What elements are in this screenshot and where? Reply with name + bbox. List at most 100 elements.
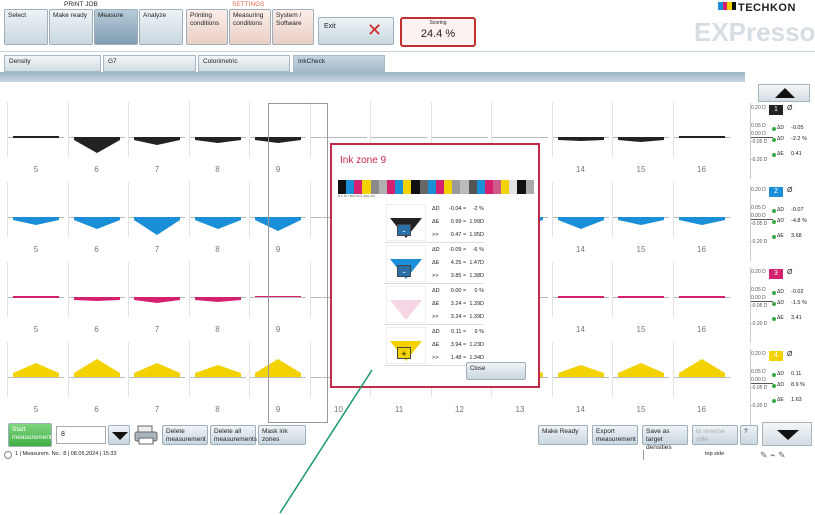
device-icon: ✎ ⌁ ✎	[760, 450, 786, 460]
status-dot	[772, 127, 776, 131]
measurement-count-field[interactable]: 8	[56, 426, 106, 444]
zone-number: 5	[33, 405, 39, 414]
zone-divider	[128, 342, 129, 397]
zone-number: 13	[515, 405, 525, 414]
zone-number: 8	[215, 325, 220, 334]
arrow-up-icon	[775, 88, 795, 98]
exit-button[interactable]: Exit ✕	[318, 17, 394, 45]
zone-divider	[249, 102, 250, 157]
ink-empty-icon: Ø	[787, 269, 793, 276]
metric-extra: -2 %	[472, 206, 484, 212]
zone-baseline	[431, 137, 488, 138]
ink-side-panel[interactable]: 4 Ø 0.20 D 0.05 D 0.00 D -0.05 D -0.20 D ΔD 0.11…	[750, 349, 812, 425]
system-software-button[interactable]: System / Software	[272, 9, 314, 45]
delta-e-value: 1.63	[791, 397, 802, 403]
ink-empty-icon: Ø	[787, 351, 793, 358]
axis-tick: 0.20 D	[751, 105, 766, 111]
zone-divider	[551, 102, 553, 157]
delta-d-label: ΔD	[777, 382, 784, 388]
ink-zone-bar	[13, 363, 59, 377]
zone-divider	[128, 262, 129, 317]
tab-g7[interactable]: G7	[103, 55, 196, 72]
scoring-box: Scoring 24.4 %	[400, 17, 476, 47]
zone-divider	[672, 262, 674, 317]
ink-empty-icon: Ø	[787, 105, 793, 112]
tab-density[interactable]: Density	[4, 55, 101, 72]
zone-divider	[672, 342, 674, 397]
ink-side-panel[interactable]: 2 Ø 0.20 D 0.05 D 0.00 D -0.05 D -0.20 D ΔD -0.0…	[750, 185, 812, 261]
metric-extra: 1.38D	[469, 273, 484, 279]
zone-number: 15	[636, 165, 646, 174]
axis-line	[751, 137, 773, 138]
zone-divider	[67, 342, 69, 397]
metric-label: >>	[432, 355, 439, 361]
print-job-label: PRINT JOB	[64, 1, 98, 8]
axis-tick: 0.20 D	[751, 187, 766, 193]
metric-label: ΔE	[432, 219, 440, 225]
zone-number: 15	[636, 245, 646, 254]
metric-value: 0.11 ≈	[451, 329, 466, 335]
start-measurement-button[interactable]: Start measurement	[8, 423, 52, 447]
printing-conditions-button[interactable]: Printing conditions	[186, 9, 228, 45]
status-bar: 1 | Measurem. No.: 8 | 08.05.2024 | 15:3…	[0, 450, 815, 462]
ink-side-panel[interactable]: 3 Ø 0.20 D 0.05 D 0.00 D -0.05 D -0.20 D ΔD -0.0…	[750, 267, 812, 343]
tab-colorimetric[interactable]: Colorimetric	[198, 55, 290, 72]
strip-patch	[403, 180, 412, 194]
zone-number: 8	[215, 245, 220, 254]
measure-button[interactable]: Measure	[94, 9, 138, 45]
ink-number-chip: 1	[769, 105, 783, 115]
bottom-toolbar: Start measurement 8 Delete measurement D…	[0, 420, 815, 451]
delete-all-measurements-button[interactable]: Delete all measurements	[210, 425, 257, 445]
scroll-up-button[interactable]	[758, 84, 810, 102]
reverse-side-button[interactable]: to reverse side	[692, 425, 738, 445]
zone-divider	[249, 182, 250, 237]
zone-divider	[128, 102, 129, 157]
zone-baseline	[492, 137, 548, 138]
status-dot	[772, 235, 776, 239]
metric-extra: 1.34D	[469, 355, 484, 361]
metric-value: 0.99 ≈	[450, 219, 466, 225]
delta-e-value: 3.41	[791, 315, 802, 321]
delta-d-value: -0.05	[791, 125, 804, 131]
save-target-densities-button[interactable]: Save as target densities	[642, 425, 688, 451]
delta-d-label: ΔD	[777, 289, 784, 295]
ink-side-panel[interactable]: 1 Ø 0.20 D 0.05 D 0.00 D -0.05 D -0.20 D ΔD -0.0…	[750, 103, 812, 179]
zone-divider	[67, 102, 69, 157]
strip-patch	[501, 180, 510, 194]
zone-number: 12	[455, 405, 464, 414]
metric-label: ΔE	[432, 260, 440, 266]
metric-label: >>	[432, 314, 439, 320]
zone-divider	[7, 182, 8, 237]
export-measurement-button[interactable]: Export measurement	[592, 425, 638, 445]
metric-extra: 9 %	[474, 329, 484, 335]
metric-extra: 1.39D	[469, 314, 484, 320]
ink-zone-bar	[618, 363, 664, 377]
select-button[interactable]: Select	[4, 9, 48, 45]
make-ready-bottom-button[interactable]: Make Ready	[538, 425, 588, 445]
strip-patch	[427, 180, 436, 194]
delete-measurement-button[interactable]: Delete measurement	[162, 425, 208, 445]
mask-ink-zones-button[interactable]: Mask ink zones	[258, 425, 306, 445]
logo-colors	[718, 2, 736, 10]
metric-value: 3.24 ≈	[450, 314, 466, 320]
delta-percent-value: -2.2 %	[791, 136, 807, 142]
count-dropdown-button[interactable]	[108, 425, 130, 445]
delta-d-label: ΔD	[777, 136, 784, 142]
measuring-conditions-button[interactable]: Measuring conditions	[229, 9, 271, 45]
delta-percent-value: 8.9 %	[791, 382, 806, 388]
ink-number-chip: 4	[769, 351, 783, 361]
zone-number: 14	[576, 165, 585, 174]
strip-labels: B C M Y BAL 50 K 40% CM...	[338, 194, 378, 198]
status-dot	[772, 138, 776, 142]
help-button[interactable]: ?	[740, 425, 758, 445]
ink-zone-bar	[557, 365, 604, 377]
printer-icon[interactable]	[134, 424, 158, 446]
make-ready-button[interactable]: Make ready	[49, 9, 93, 45]
ink-row: - ΔD -0.04 ≈ -2 % ΔE 0.99 ≈1.99D >> 0.47 ≈1.95D	[384, 202, 484, 243]
delta-d-label: ΔD	[777, 125, 784, 131]
scoring-value: 24.4 %	[420, 28, 456, 40]
popup-close-button[interactable]: Close	[466, 362, 526, 380]
metric-label: ΔD	[432, 329, 440, 335]
analyze-button[interactable]: Analyze	[139, 9, 183, 45]
zone-divider	[188, 262, 190, 317]
